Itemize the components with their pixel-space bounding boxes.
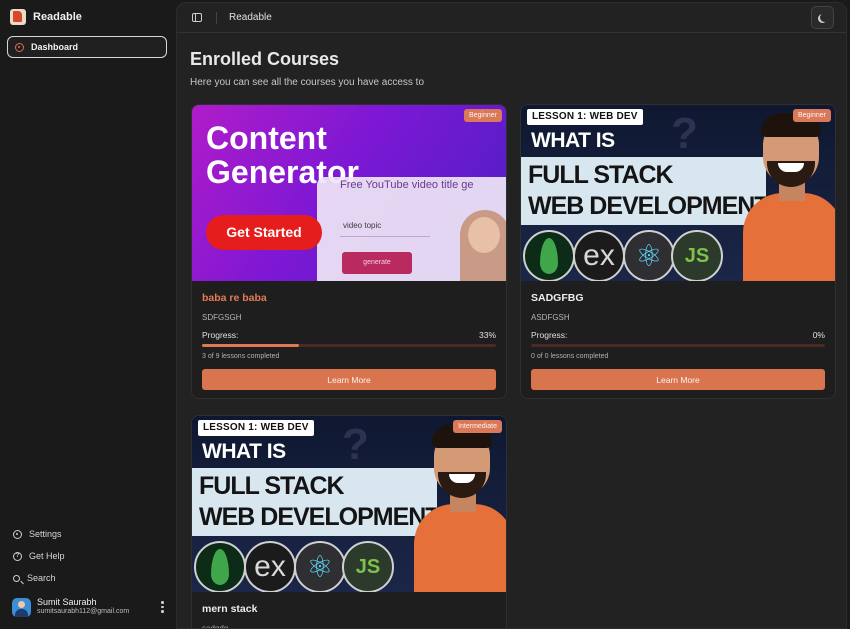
course-thumbnail: ? LESSON 1: WEB DEV WHAT IS FULL STACK W… [521,105,835,281]
level-badge: Beginner [463,109,502,122]
brand[interactable]: Readable [0,0,174,34]
course-title[interactable]: baba re baba [202,292,496,304]
thumb-text: video topic [340,221,430,237]
sidebar-item-settings[interactable]: Settings [0,523,174,545]
course-code: SDFGSGH [202,313,242,322]
more-vertical-icon[interactable] [161,601,164,613]
breadcrumb: Readable [229,12,272,23]
mongodb-icon [194,541,246,592]
express-icon: ex [573,230,625,281]
thumb-text: LESSON 1: WEB DEV [198,420,314,436]
theme-toggle-button[interactable] [811,6,834,29]
thumb-text: WHAT IS [202,440,286,463]
course-card[interactable]: ? LESSON 1: WEB DEV WHAT IS FULL STACK W… [520,104,836,399]
progress-bar [531,344,825,347]
sidebar-item-dashboard[interactable]: Dashboard [7,36,167,58]
course-title[interactable]: SADGFBG [531,292,825,304]
readable-logo-icon [10,9,26,25]
progress-label: Progress: [531,330,568,340]
thumb-text: Get Started [206,215,322,250]
sidebar-bottom: Settings ? Get Help Search Sumit Saurabh… [0,523,174,629]
progress-percent: 0% [812,330,825,340]
thumb-text: LESSON 1: WEB DEV [527,109,643,125]
card-body: SADGFBG ASDFGSH Progress: 0% 0 of 0 less… [521,281,835,390]
mongodb-icon [523,230,575,281]
express-icon: ex [244,541,296,592]
level-badge: Intermediate [453,420,502,433]
presenter-image [743,193,835,281]
sidebar-item-label: Dashboard [31,42,79,52]
presenter-image [468,217,500,253]
user-info: Sumit Saurabh sumitsaurabh112@gmail.com [37,597,155,617]
dashboard-icon [15,42,24,52]
thumb-text: WHAT IS [531,129,615,152]
search-icon [13,574,20,582]
learn-more-button[interactable]: Learn More [531,369,825,390]
thumb-text: generate [342,252,412,274]
thumb-text: Content [206,120,327,156]
divider [216,11,217,24]
main-panel: Readable Enrolled Courses Here you can s… [176,2,847,629]
sidebar-toggle-icon[interactable] [192,13,202,22]
react-icon: ⚛ [623,230,675,281]
sidebar-item-label: Search [27,573,56,583]
sidebar-item-label: Settings [29,529,62,539]
thumb-text: WEB DEVELOPMENT? [199,503,455,531]
top-bar: Readable [177,3,846,33]
thumb-text: ? [342,420,369,469]
level-badge: Beginner [792,109,831,122]
sidebar-item-get-help[interactable]: ? Get Help [0,545,174,567]
progress-label: Progress: [202,330,239,340]
gear-icon [13,529,22,539]
thumb-text: WEB DEVELOPMENT? [528,192,784,220]
moon-icon [820,13,829,22]
course-thumbnail: Content Generator Free YouTube video tit… [192,105,506,281]
nodejs-icon: JS [342,541,394,592]
react-icon: ⚛ [294,541,346,592]
sidebar-item-search[interactable]: Search [0,567,174,589]
sidebar: Readable Dashboard Settings ? Get Help S… [0,0,174,629]
nodejs-icon: JS [671,230,723,281]
user-email: sumitsaurabh112@gmail.com [37,608,130,615]
progress-row: Progress: 0% [531,330,825,340]
course-thumbnail: ? LESSON 1: WEB DEV WHAT IS FULL STACK W… [192,416,506,592]
thumb-text: Free YouTube video title ge [340,179,474,191]
user-menu[interactable]: Sumit Saurabh sumitsaurabh112@gmail.com [0,589,174,629]
lessons-completed: 3 of 9 lessons completed [202,353,280,360]
avatar [12,597,31,617]
page-subtitle: Here you can see all the courses you hav… [190,77,425,88]
thumb-text: FULL STACK [528,161,674,189]
course-title[interactable]: mern stack [202,603,496,615]
course-card[interactable]: Content Generator Free YouTube video tit… [191,104,507,399]
lessons-completed: 0 of 0 lessons completed [531,353,609,360]
progress-percent: 33% [478,330,496,340]
thumb-text: ? [671,109,698,158]
learn-more-button[interactable]: Learn More [202,369,496,390]
thumb-text: FULL STACK [199,472,345,500]
presenter-image [414,504,506,592]
brand-name: Readable [33,11,82,23]
progress-fill [202,344,300,347]
user-name: Sumit Saurabh [37,597,97,607]
course-code: ASDFGSH [531,313,570,322]
sidebar-item-label: Get Help [29,551,65,561]
course-card[interactable]: ? LESSON 1: WEB DEV WHAT IS FULL STACK W… [191,415,507,629]
card-body: mern stack sadgdg [192,592,506,629]
progress-bar [202,344,496,347]
help-icon: ? [13,551,22,561]
progress-row: Progress: 33% [202,330,496,340]
course-code: sadgdg [202,624,229,629]
page-title: Enrolled Courses [190,49,340,69]
card-body: baba re baba SDFGSGH Progress: 33% 3 of … [192,281,506,390]
